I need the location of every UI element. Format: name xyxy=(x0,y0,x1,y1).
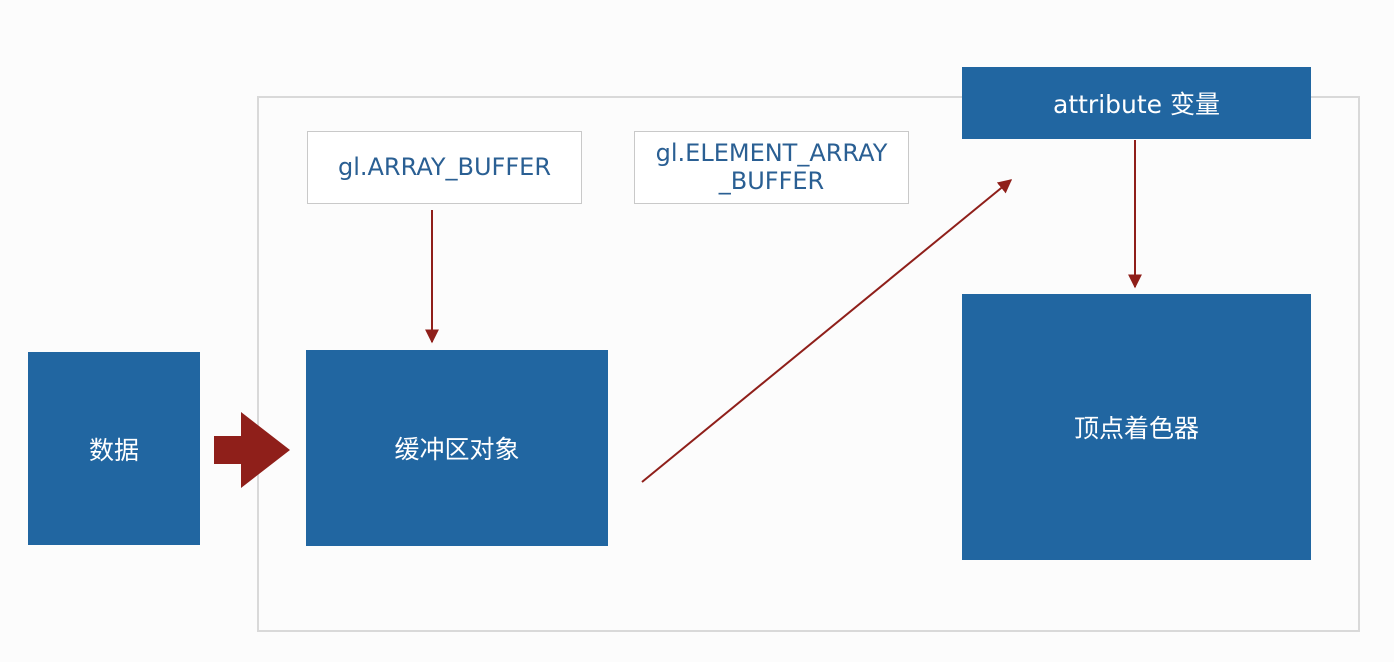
array-buffer-target: gl.ARRAY_BUFFER xyxy=(307,131,582,204)
attribute-variable-node: attribute 变量 xyxy=(962,67,1311,139)
vertex-shader-node: 顶点着色器 xyxy=(962,294,1311,560)
element-array-buffer-label-line2: _BUFFER xyxy=(718,166,825,195)
buffer-object-node: 缓冲区对象 xyxy=(306,350,608,546)
vertex-shader-label: 顶点着色器 xyxy=(1073,414,1199,443)
attribute-variable-label: attribute 变量 xyxy=(1053,90,1220,119)
element-array-buffer-label-line1: gl.ELEMENT_ARRAY xyxy=(655,138,888,167)
buffer-object-label: 缓冲区对象 xyxy=(394,435,520,464)
array-buffer-label: gl.ARRAY_BUFFER xyxy=(337,152,552,181)
data-node: 数据 xyxy=(28,352,200,545)
data-node-label: 数据 xyxy=(88,435,139,465)
element-array-buffer-target: gl.ELEMENT_ARRAY _BUFFER xyxy=(634,131,909,204)
